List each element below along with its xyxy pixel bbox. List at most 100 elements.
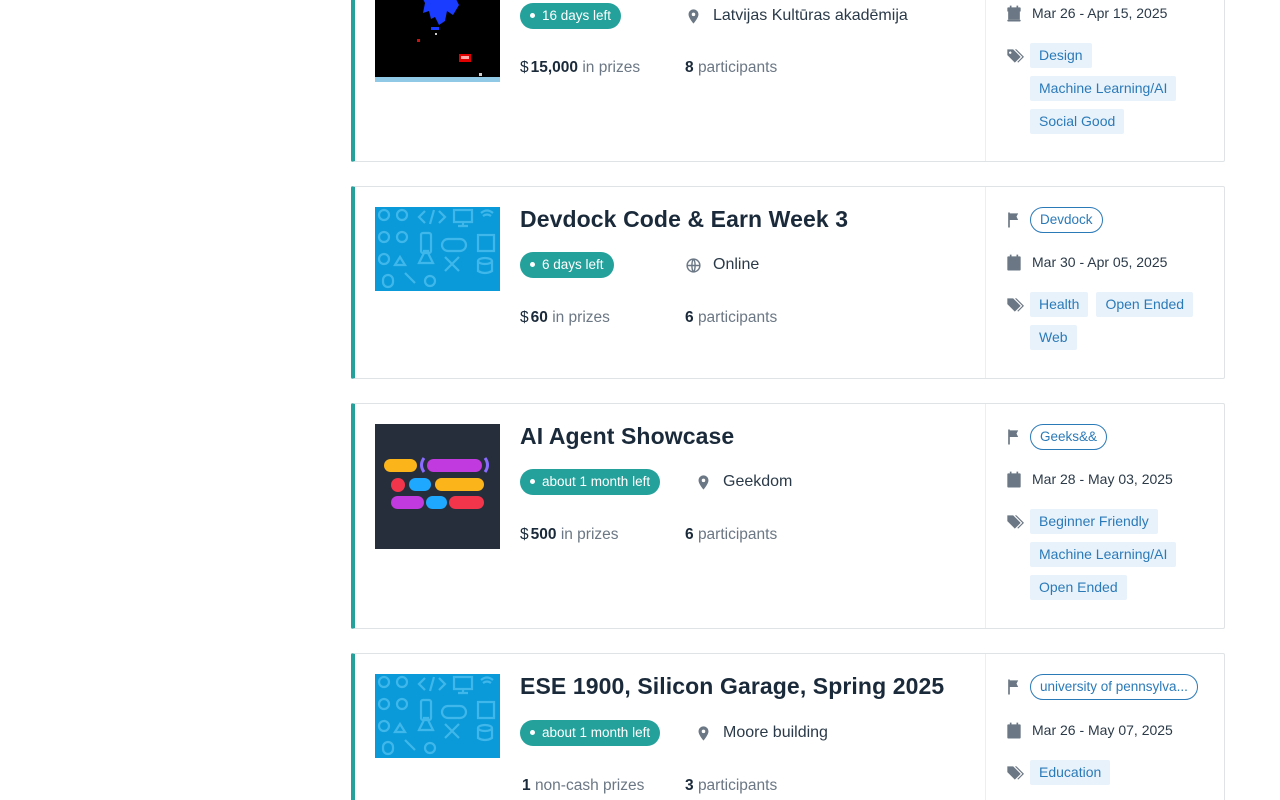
theme-tag[interactable]: Open Ended	[1096, 292, 1194, 317]
participants-label: participants	[697, 59, 778, 76]
hackathon-card[interactable]: Devdock Code & Earn Week 3 6 days left O…	[351, 186, 1225, 379]
theme-tags: Design Machine Learning/AI Social Good	[1004, 43, 1220, 134]
theme-tag[interactable]: Health	[1030, 292, 1089, 317]
tags-icon	[1005, 49, 1024, 63]
theme-tag[interactable]: Machine Learning/AI	[1030, 76, 1177, 101]
dates-text: Mar 26 - Apr 15, 2025	[1032, 5, 1168, 21]
dev-icons-image	[375, 674, 500, 758]
time-left-badge: about 1 month left	[520, 469, 661, 495]
tags-icon	[1005, 298, 1024, 312]
hackathon-card-main: ESE 1900, Silicon Garage, Spring 2025 ab…	[355, 654, 985, 800]
location: Latvijas Kultūras akadēmija	[685, 6, 908, 26]
hackathon-card-main: Devdock Code & Earn Week 3 6 days left O…	[355, 187, 985, 378]
participants-label: participants	[697, 526, 778, 543]
hackathon-thumbnail[interactable]	[375, 207, 500, 291]
time-left-text: about 1 month left	[542, 725, 651, 740]
currency-symbol: $	[520, 309, 529, 326]
hackathon-thumbnail[interactable]	[375, 0, 500, 82]
code-blocks-logo-image	[375, 424, 500, 549]
hackathon-card-main: AI Agent Showcase about 1 month left Gee…	[355, 404, 985, 628]
theme-tags: Health Open Ended Web	[1004, 292, 1220, 350]
hackathon-list: 16 days left Latvijas Kultūras akadēmija…	[351, 0, 1225, 800]
tags-icon	[1005, 766, 1024, 780]
theme-tag[interactable]: Beginner Friendly	[1030, 509, 1158, 534]
theme-tag[interactable]: Design	[1030, 43, 1092, 68]
host: Geeks&&	[1004, 424, 1108, 450]
pixel-art-image	[375, 0, 500, 82]
participants-label: participants	[697, 777, 778, 794]
host: Devdock	[1004, 207, 1103, 233]
submission-dates: Mar 28 - May 03, 2025	[1004, 467, 1173, 491]
flag-icon	[1008, 212, 1019, 228]
host-pill[interactable]: Devdock	[1030, 207, 1103, 233]
theme-tags: Beginner Friendly Machine Learning/AI Op…	[1004, 509, 1220, 600]
prize-value: 60	[530, 309, 548, 326]
submission-dates: Mar 26 - May 07, 2025	[1004, 718, 1173, 742]
hackathon-card-sidebar: Devdock Mar 30 - Apr 05, 2025 Health Ope…	[985, 187, 1224, 378]
hackathon-card-sidebar: Mar 26 - Apr 15, 2025 Design Machine Lea…	[985, 0, 1224, 161]
hackathon-title[interactable]: AI Agent Showcase	[520, 423, 734, 450]
hackathon-card[interactable]: ESE 1900, Silicon Garage, Spring 2025 ab…	[351, 653, 1225, 800]
calendar-icon	[1007, 5, 1021, 22]
tags-icon	[1005, 515, 1024, 529]
location-text: Latvijas Kultūras akadēmija	[713, 7, 908, 24]
host: university of pennsylva...	[1004, 674, 1198, 700]
host-pill[interactable]: Geeks&&	[1030, 424, 1108, 450]
participants-count: 6 participants	[685, 309, 777, 327]
map-pin-icon	[698, 474, 709, 490]
dot-icon	[530, 478, 535, 484]
time-left-badge: about 1 month left	[520, 720, 661, 746]
participants-value: 6	[685, 309, 694, 326]
prize-amount: $500 in prizes	[520, 526, 619, 544]
location-text: Moore building	[723, 724, 828, 741]
participants-value: 6	[685, 526, 694, 543]
time-left-text: about 1 month left	[542, 474, 651, 489]
dot-icon	[530, 261, 535, 267]
hackathon-thumbnail[interactable]	[375, 424, 500, 549]
tag-list: Health Open Ended Web	[1030, 292, 1220, 350]
theme-tag[interactable]: Social Good	[1030, 109, 1125, 134]
dev-icons-image	[375, 207, 500, 291]
flag-icon	[1008, 429, 1019, 445]
calendar-icon	[1007, 254, 1021, 271]
currency-symbol: $	[520, 59, 529, 76]
globe-icon	[686, 257, 701, 273]
location: Online	[685, 255, 759, 275]
tag-list: Design Machine Learning/AI Social Good	[1030, 43, 1220, 134]
theme-tag[interactable]: Education	[1030, 760, 1111, 785]
dates-text: Mar 28 - May 03, 2025	[1032, 471, 1173, 487]
hackathon-card[interactable]: AI Agent Showcase about 1 month left Gee…	[351, 403, 1225, 629]
map-pin-icon	[688, 8, 699, 24]
theme-tag[interactable]: Open Ended	[1030, 575, 1127, 600]
calendar-icon	[1007, 471, 1021, 488]
flag-icon	[1008, 679, 1019, 695]
dot-icon	[530, 729, 535, 735]
hackathon-card[interactable]: 16 days left Latvijas Kultūras akadēmija…	[351, 0, 1225, 162]
theme-tag[interactable]: Web	[1030, 325, 1077, 350]
prize-value: 500	[530, 526, 557, 543]
hackathon-thumbnail[interactable]	[375, 674, 500, 758]
submission-dates: Mar 26 - Apr 15, 2025	[1004, 1, 1167, 25]
prize-label: non-cash prizes	[534, 777, 645, 794]
host-pill[interactable]: university of pennsylva...	[1030, 674, 1198, 700]
map-pin-icon	[698, 725, 709, 741]
dates-text: Mar 26 - May 07, 2025	[1032, 722, 1173, 738]
hackathon-card-sidebar: university of pennsylva... Mar 26 - May …	[985, 654, 1224, 800]
tag-list: Education	[1030, 760, 1220, 785]
prize-amount: $60 in prizes	[520, 309, 610, 327]
hackathon-title[interactable]: ESE 1900, Silicon Garage, Spring 2025	[520, 673, 944, 700]
hackathon-title[interactable]: Devdock Code & Earn Week 3	[520, 206, 848, 233]
prize-value: 15,000	[530, 59, 579, 76]
theme-tags: Education	[1004, 760, 1220, 785]
location-text: Online	[713, 256, 760, 273]
location-text: Geekdom	[723, 473, 793, 490]
prize-value: 1	[522, 777, 531, 794]
dates-text: Mar 30 - Apr 05, 2025	[1032, 254, 1168, 270]
submission-dates: Mar 30 - Apr 05, 2025	[1004, 250, 1167, 274]
theme-tag[interactable]: Machine Learning/AI	[1030, 542, 1177, 567]
participants-value: 3	[685, 777, 694, 794]
participants-count: 8 participants	[685, 59, 777, 77]
location: Geekdom	[695, 472, 792, 492]
location: Moore building	[695, 723, 828, 743]
time-left-badge: 16 days left	[520, 3, 622, 29]
